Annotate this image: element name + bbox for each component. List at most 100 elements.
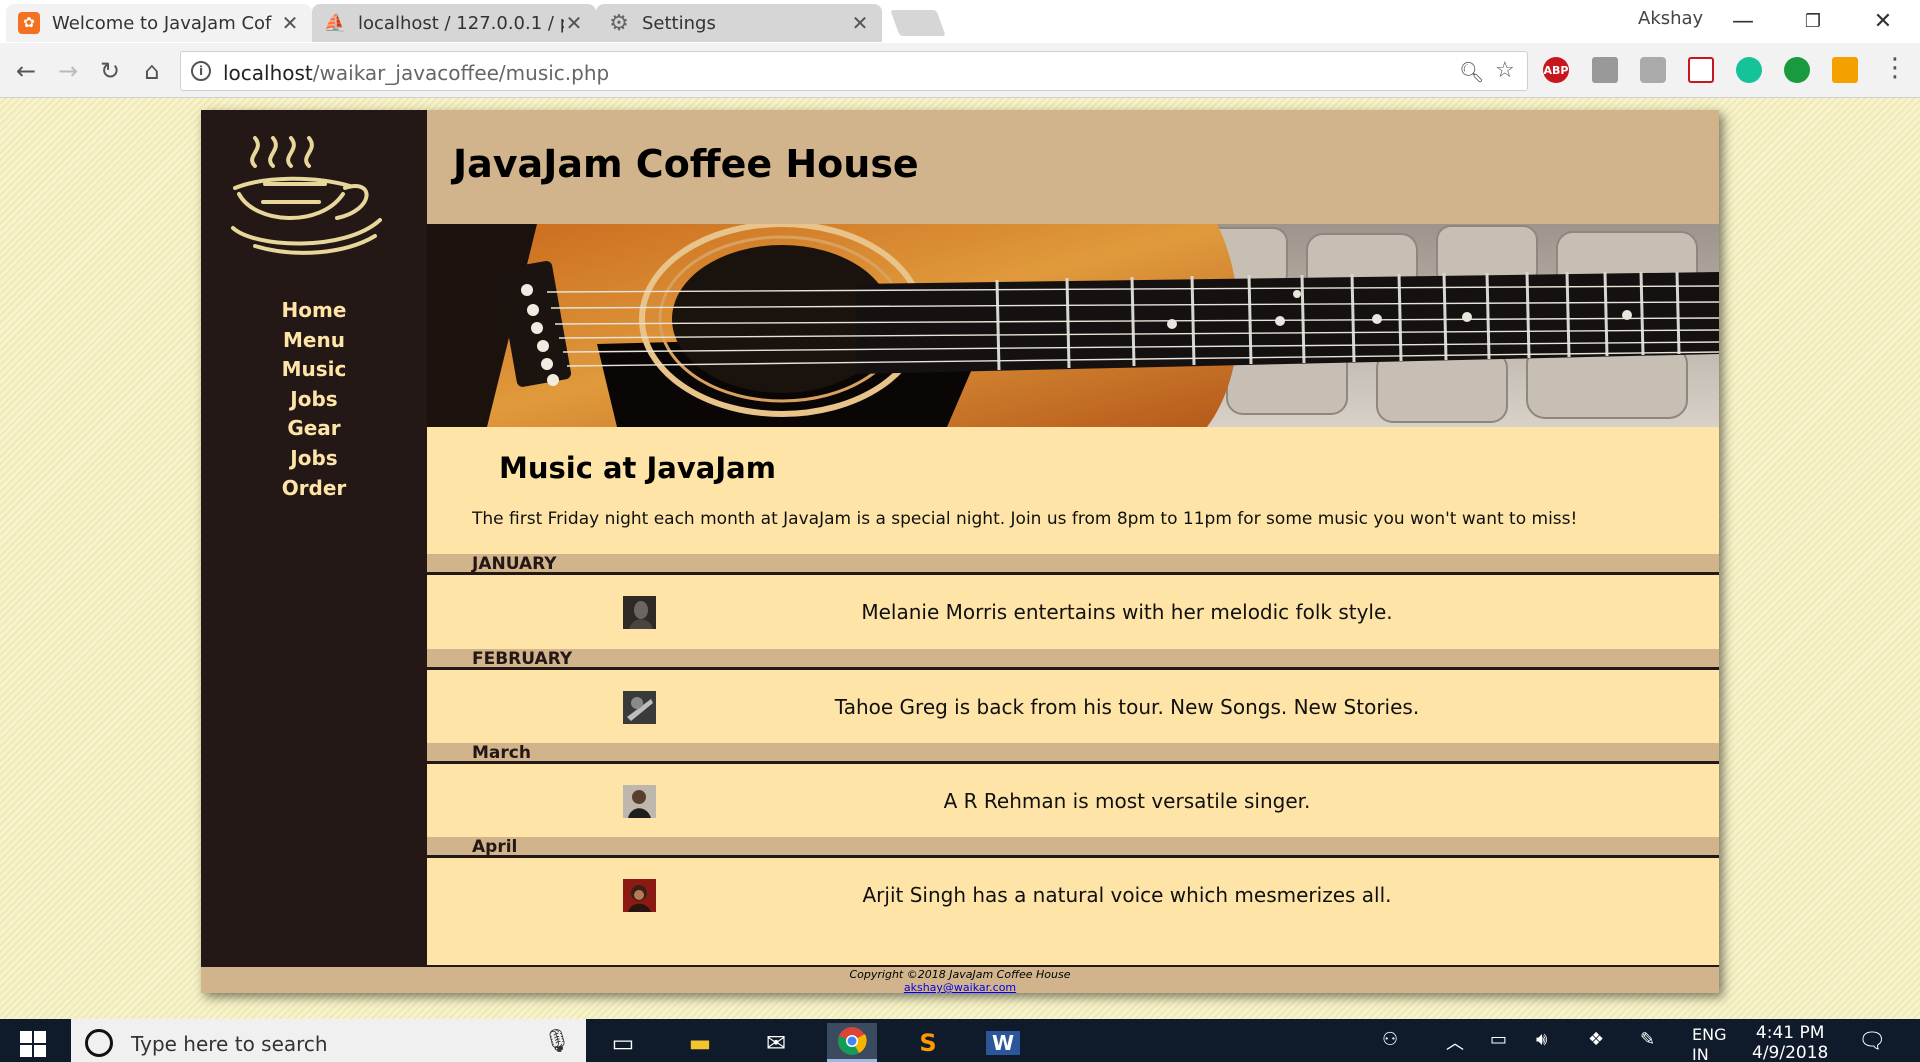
profile-name[interactable]: Akshay — [1638, 8, 1703, 29]
browser-tab-bar: ✿ Welcome to JavaJam Cof ✕ ⛵ localhost /… — [0, 0, 1920, 43]
site-title: JavaJam Coffee House — [453, 142, 919, 186]
side-navigation: Home Menu Music Jobs Gear Jobs Order — [201, 296, 427, 503]
cortana-icon — [85, 1029, 113, 1057]
file-explorer-icon[interactable]: ▬ — [675, 1023, 725, 1062]
music-event-row: Arjit Singh has a natural voice which me… — [427, 861, 1719, 934]
word-icon[interactable]: W — [978, 1023, 1028, 1062]
intro-text: The first Friday night each month at Jav… — [472, 509, 1578, 529]
tab-title: localhost / 127.0.0.1 / pa — [358, 12, 564, 34]
page-heading: Music at JavaJam — [499, 451, 776, 485]
guitar-hero-image — [427, 224, 1719, 427]
sublime-text-icon[interactable]: S — [903, 1023, 953, 1062]
restore-icon[interactable]: ❐ — [1788, 4, 1838, 38]
month-heading: April — [427, 837, 1719, 858]
extension-icon[interactable] — [1832, 57, 1858, 83]
home-icon[interactable]: ⌂ — [134, 53, 170, 89]
clock-date: 4/9/2018 — [1752, 1043, 1829, 1062]
back-icon[interactable]: ← — [8, 53, 44, 89]
url-host: localhost — [223, 61, 313, 85]
show-hidden-icons-icon[interactable]: ︿ — [1446, 1029, 1464, 1055]
month-label: April — [472, 837, 518, 857]
tab-javajam[interactable]: ✿ Welcome to JavaJam Cof ✕ — [6, 4, 312, 42]
site-footer: Copyright ©2018 JavaJam Coffee House aks… — [201, 965, 1719, 994]
left-column: Home Menu Music Jobs Gear Jobs Order — [201, 110, 427, 965]
microphone-icon[interactable]: 🎙︎ — [543, 1029, 571, 1054]
nav-music[interactable]: Music — [201, 355, 427, 385]
language-code: ENG — [1692, 1025, 1727, 1044]
gear-icon: ⚙ — [609, 10, 629, 36]
task-view-icon[interactable]: ▭ — [598, 1023, 648, 1062]
chrome-icon — [838, 1027, 867, 1055]
system-clock[interactable]: 4:41 PM 4/9/2018 — [1752, 1023, 1828, 1062]
pen-icon[interactable]: ✎ — [1640, 1029, 1655, 1050]
mail-icon[interactable]: ✉ — [751, 1023, 801, 1062]
month-label: FEBRUARY — [472, 649, 573, 669]
volume-icon[interactable]: 🔊︎ — [1536, 1029, 1547, 1050]
language-region: IN — [1692, 1045, 1709, 1062]
close-icon[interactable]: ✕ — [564, 11, 584, 35]
notifications-icon[interactable]: 🗨︎ — [1858, 1029, 1886, 1054]
footer-email-link[interactable]: akshay@waikar.com — [201, 982, 1719, 994]
tab-phpmyadmin[interactable]: ⛵ localhost / 127.0.0.1 / pa ✕ — [312, 4, 596, 42]
nav-home[interactable]: Home — [201, 296, 427, 326]
bookmark-star-icon[interactable]: ☆ — [1495, 58, 1515, 83]
grammarly-icon[interactable] — [1736, 57, 1762, 83]
nav-jobs[interactable]: Jobs — [201, 385, 427, 415]
month-heading: FEBRUARY — [427, 649, 1719, 670]
windows-start-icon[interactable] — [18, 1029, 48, 1059]
window-close-icon[interactable]: ✕ — [1858, 4, 1908, 38]
address-bar[interactable]: i localhost/waikar_javacoffee/music.php … — [180, 51, 1528, 91]
language-indicator[interactable]: ENG IN — [1692, 1025, 1726, 1062]
chrome-taskbar-icon[interactable] — [827, 1023, 877, 1062]
coffee-cup-logo — [231, 136, 382, 255]
menu-icon[interactable]: ⋮ — [1882, 53, 1908, 83]
event-description: Arjit Singh has a natural voice which me… — [862, 883, 1392, 907]
month-label: JANUARY — [472, 554, 557, 574]
adblock-label: ABP — [1543, 63, 1569, 77]
event-description: Melanie Morris entertains with her melod… — [861, 600, 1393, 624]
dropbox-icon[interactable]: ❖ — [1588, 1029, 1604, 1050]
search-placeholder: Type here to search — [131, 1032, 328, 1056]
new-tab-button[interactable] — [890, 10, 946, 36]
extension-icon[interactable] — [1640, 57, 1666, 83]
tab-title: Welcome to JavaJam Cof — [52, 12, 272, 34]
page-viewport: Home Menu Music Jobs Gear Jobs Order Jav… — [0, 98, 1920, 1019]
month-label: March — [472, 743, 531, 763]
windows-taskbar: Type here to search 🎙︎ ▭ ▬ ✉ S W ⚇ ︿ ▭ 🔊… — [0, 1019, 1920, 1062]
people-icon[interactable]: ⚇ — [1382, 1029, 1398, 1050]
close-icon[interactable]: ✕ — [850, 11, 870, 35]
extension-icon[interactable] — [1592, 57, 1618, 83]
url-path: /waikar_javacoffee/music.php — [312, 61, 610, 85]
nav-gear[interactable]: Gear — [201, 414, 427, 444]
music-event-row: A R Rehman is most versatile singer. — [427, 767, 1719, 840]
nav-jobs-2[interactable]: Jobs — [201, 444, 427, 474]
reload-icon[interactable]: ↻ — [92, 53, 128, 89]
pocket-icon[interactable] — [1688, 57, 1714, 83]
music-event-row: Tahoe Greg is back from his tour. New So… — [427, 673, 1719, 746]
url-text[interactable]: localhost/waikar_javacoffee/music.php — [223, 61, 609, 85]
browser-toolbar: ← → ↻ ⌂ i localhost/waikar_javacoffee/mu… — [0, 43, 1920, 98]
main-content: Music at JavaJam The first Friday night … — [427, 427, 1719, 965]
event-description: A R Rehman is most versatile singer. — [943, 789, 1311, 813]
minimize-icon[interactable]: — — [1718, 4, 1768, 38]
adblock-icon[interactable]: ABP — [1543, 57, 1569, 83]
music-event-row: Melanie Morris entertains with her melod… — [427, 578, 1719, 651]
page-wrapper: Home Menu Music Jobs Gear Jobs Order Jav… — [201, 110, 1719, 994]
phpmyadmin-icon: ⛵ — [323, 12, 347, 34]
zoom-icon[interactable]: 🔍︎ — [1459, 60, 1484, 84]
extension-icon[interactable] — [1784, 57, 1810, 83]
forward-icon[interactable]: → — [50, 53, 86, 89]
tab-settings[interactable]: ⚙ Settings ✕ — [596, 4, 882, 42]
site-header: JavaJam Coffee House — [427, 110, 1719, 224]
month-heading: JANUARY — [427, 554, 1719, 575]
tab-title: Settings — [642, 12, 716, 34]
clock-time: 4:41 PM — [1755, 1023, 1825, 1043]
close-icon[interactable]: ✕ — [280, 11, 300, 35]
taskbar-search-input[interactable]: Type here to search 🎙︎ — [71, 1019, 586, 1062]
footer-copyright: Copyright ©2018 JavaJam Coffee House — [849, 968, 1071, 981]
info-icon[interactable]: i — [191, 61, 211, 81]
month-heading: March — [427, 743, 1719, 764]
battery-icon[interactable]: ▭ — [1490, 1029, 1507, 1050]
nav-menu[interactable]: Menu — [201, 326, 427, 356]
nav-order[interactable]: Order — [201, 474, 427, 504]
